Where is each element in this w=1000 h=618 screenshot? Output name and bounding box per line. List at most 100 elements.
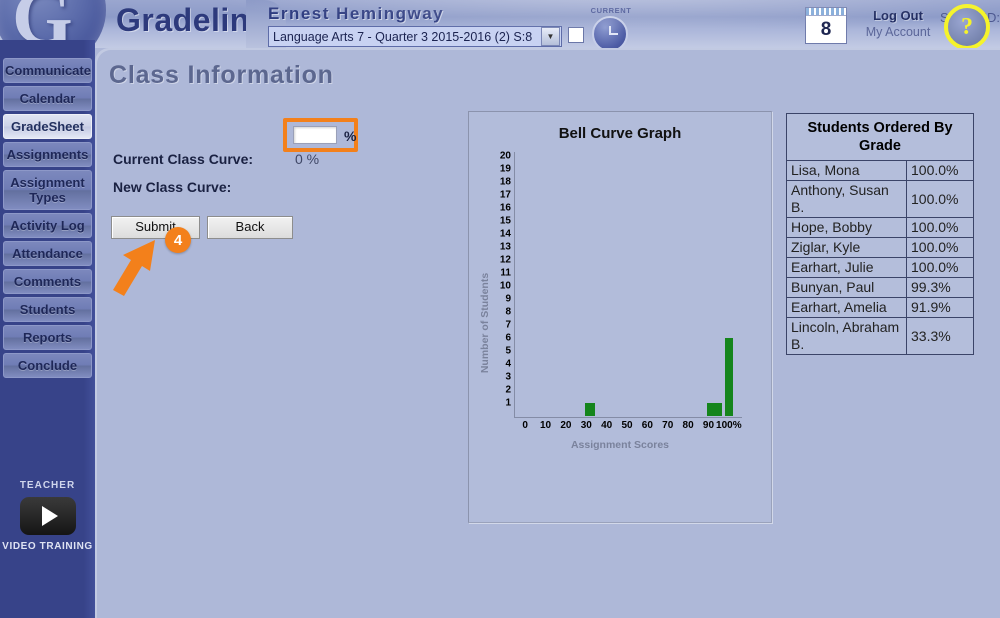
chart-x-axis-label: Assignment Scores (570, 439, 670, 451)
calendar-icon-rings (806, 8, 846, 16)
student-grade-cell: 100.0% (906, 180, 974, 218)
back-button[interactable]: Back (207, 216, 293, 239)
sidebar-item-reports[interactable]: Reports (3, 325, 92, 350)
bell-curve-chart-panel: Bell Curve Graph Number of Students 20 19… (468, 111, 772, 523)
course-select[interactable]: Language Arts 7 - Quarter 3 2015-2016 (2… (268, 26, 562, 47)
step-badge: 4 (165, 227, 191, 253)
table-header-row: Students Ordered By Grade (786, 113, 974, 161)
table-row: Lisa, Mona 100.0% (786, 160, 974, 181)
student-name-cell: Bunyan, Paul (786, 277, 907, 298)
chevron-down-icon[interactable]: ▼ (541, 27, 560, 46)
chart-x-tick: 0 (522, 420, 528, 431)
student-grade-cell: 100.0% (906, 237, 974, 258)
chart-y-tick: 8 (505, 306, 511, 318)
clock-hand-hour (609, 33, 618, 35)
student-name-cell: Earhart, Julie (786, 257, 907, 278)
chart-y-tick: 9 (505, 293, 511, 305)
sidebar-item-label: Communicate (5, 63, 91, 78)
sidebar-item-label: Reports (22, 330, 73, 345)
help-icon[interactable]: ? (944, 4, 990, 48)
current-class-curve-label: Current Class Curve: (113, 151, 254, 167)
chart-x-tick: 60 (641, 420, 653, 431)
student-grade-cell: 100.0% (906, 217, 974, 238)
students-table-body: Lisa, Mona 100.0% Anthony, Susan B. 100.0% H… (786, 160, 974, 355)
new-class-curve-input[interactable] (293, 126, 337, 144)
chart-x-axis-line (514, 417, 742, 418)
play-icon[interactable] (19, 497, 76, 535)
new-class-curve-label: New Class Curve: (113, 179, 232, 195)
table-row: Earhart, Julie 100.0% (786, 257, 974, 278)
table-row: Hope, Bobby 100.0% (786, 217, 974, 238)
calendar-icon[interactable]: 8 (805, 7, 847, 44)
student-grade-cell: 91.9% (906, 297, 974, 318)
current-period-clock[interactable]: CURRENT (588, 6, 631, 48)
chart-y-tick: 4 (505, 358, 511, 370)
chart-y-tick: 20 (499, 150, 511, 162)
student-name-cell: Anthony, Susan B. (786, 180, 907, 218)
chart-y-tick: 10 (499, 280, 511, 292)
sidebar-item-communicate[interactable]: Communicate (3, 58, 92, 83)
teacher-name: Ernest Hemingway (268, 4, 445, 23)
student-grade-cell: 33.3% (906, 317, 974, 355)
student-name-cell: Hope, Bobby (786, 217, 907, 238)
sidebar-item-gradesheet[interactable]: GradeSheet (3, 114, 92, 139)
video-training-title: TEACHER (19, 480, 76, 491)
sidebar-item-calendar[interactable]: Calendar (3, 86, 92, 111)
course-checkbox[interactable] (568, 27, 584, 43)
sidebar-item-label: Calendar (19, 91, 76, 106)
chart-bar (585, 403, 596, 416)
sidebar-item-assignments[interactable]: Assignments (3, 142, 92, 167)
sidebar-nav-list: Communicate Calendar GradeSheet Assignments… (0, 58, 95, 378)
student-name-cell: Ziglar, Kyle (786, 237, 907, 258)
current-class-curve-value: 0 % (295, 151, 320, 167)
student-grade-cell: 99.3% (906, 277, 974, 298)
student-name-cell: Lisa, Mona (786, 160, 907, 181)
sidebar-item-students[interactable]: Students (3, 297, 92, 322)
video-training-subtitle: VIDEO TRAINING (2, 541, 93, 552)
chart-y-tick: 1 (505, 397, 511, 409)
play-triangle-icon (41, 506, 58, 526)
sidebar-item-conclude[interactable]: Conclude (3, 353, 92, 378)
current-label: CURRENT (590, 6, 632, 15)
sidebar: Communicate Calendar GradeSheet Assignments… (0, 40, 95, 618)
chart-y-tick: 18 (499, 176, 511, 188)
chart-y-tick: 11 (500, 267, 511, 279)
table-row: Anthony, Susan B. 100.0% (786, 180, 974, 218)
sidebar-item-comments[interactable]: Comments (3, 269, 92, 294)
chart-x-axis-ticks: 0 10 20 30 40 50 60 70 80 90 100% (509, 420, 749, 434)
top-header-bar: G Gradelink Ernest Hemingway Language Ar… (0, 0, 1000, 48)
page-title: Class Information (109, 61, 334, 89)
chart-y-tick: 3 (505, 371, 511, 383)
sidebar-item-activity-log[interactable]: Activity Log (3, 213, 92, 238)
student-grade-cell: 100.0% (906, 257, 974, 278)
pointer-arrow-icon (113, 240, 155, 296)
sidebar-item-label: Conclude (17, 358, 78, 373)
sidebar-item-attendance[interactable]: Attendance (3, 241, 92, 266)
chart-x-tick: 90 (702, 420, 715, 431)
chart-y-tick: 5 (505, 345, 511, 357)
chart-x-tick: 50 (621, 420, 633, 431)
main-content: Class Information Current Class Curve: 0… (95, 48, 1000, 618)
chart-plot-area (515, 156, 739, 416)
my-account-link[interactable]: My Account (855, 25, 941, 39)
video-training-block[interactable]: TEACHER VIDEO TRAINING (0, 480, 95, 552)
chart-y-tick: 7 (505, 319, 511, 331)
calendar-day-number: 8 (820, 19, 832, 40)
table-row: Earhart, Amelia 91.9% (786, 297, 974, 318)
chart-x-tick: 20 (560, 420, 572, 431)
table-row: Ziglar, Kyle 100.0% (786, 237, 974, 258)
sidebar-item-assignment-types[interactable]: Assignment Types (3, 170, 92, 210)
chart-y-axis-ticks: 20 19 18 17 16 15 14 13 12 11 10 9 8 7 6 5 4 3 2 1 (485, 151, 511, 416)
logout-link[interactable]: Log Out (860, 8, 936, 23)
chart-x-tick: 40 (601, 420, 613, 431)
chart-y-tick: 13 (499, 241, 511, 253)
sidebar-item-label: Attendance (12, 246, 83, 261)
percent-symbol: % (344, 128, 357, 144)
students-table-header: Students Ordered By Grade (786, 113, 974, 161)
course-context-block: Ernest Hemingway Language Arts 7 - Quart… (268, 4, 568, 47)
chart-x-tick: 80 (682, 420, 694, 431)
chart-title: Bell Curve Graph (558, 125, 682, 142)
sidebar-item-label: GradeSheet (11, 119, 84, 134)
chart-bar (724, 338, 733, 416)
chart-y-tick: 6 (505, 332, 511, 344)
